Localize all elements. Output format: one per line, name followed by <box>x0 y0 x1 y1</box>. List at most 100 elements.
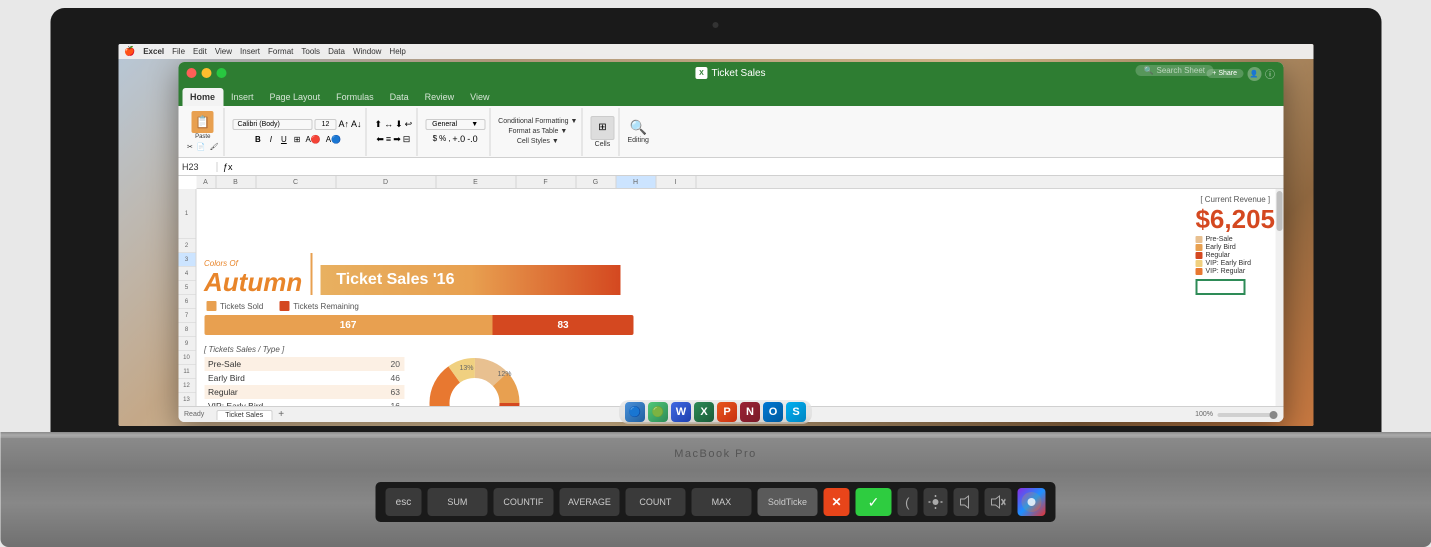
align-left[interactable]: ⬅ <box>376 134 384 145</box>
menu-view[interactable]: View <box>215 47 232 56</box>
tb-sum-button[interactable]: SUM <box>427 488 487 516</box>
copy-button[interactable]: 📄 <box>196 142 207 152</box>
title-divider <box>310 253 312 295</box>
align-top[interactable]: ⬆ <box>375 119 383 130</box>
dock-icon-outlook[interactable]: O <box>763 402 783 422</box>
menu-data[interactable]: Data <box>328 47 345 56</box>
tb-esc-key[interactable]: esc <box>386 488 422 516</box>
zoom-slider[interactable] <box>1217 413 1277 417</box>
tb-siri-button[interactable] <box>1018 488 1046 516</box>
excel-icon: X <box>695 67 707 79</box>
tab-view[interactable]: View <box>462 88 497 106</box>
increase-font[interactable]: A↑ <box>338 119 349 129</box>
user-icon[interactable]: 👤 <box>1247 67 1261 81</box>
row-headers: 1 2 3 4 5 6 7 8 9 10 11 <box>178 189 196 406</box>
dock-icon-word[interactable]: W <box>671 402 691 422</box>
rev-legend-presale: Pre-Sale <box>1195 236 1275 243</box>
bold-button[interactable]: B <box>252 134 264 145</box>
conditional-formatting[interactable]: Conditional Formatting ▼ <box>498 118 577 125</box>
border-button[interactable]: ⊞ <box>293 134 302 145</box>
tb-close-button[interactable]: ✕ <box>823 488 849 516</box>
menu-excel[interactable]: Excel <box>143 47 164 56</box>
row-header-9: 9 <box>178 337 195 351</box>
tb-mute-button[interactable] <box>984 488 1012 516</box>
decrease-font[interactable]: A↓ <box>351 119 362 129</box>
tab-review[interactable]: Review <box>417 88 463 106</box>
rev-legend-vip-regular: VIP: Regular <box>1195 268 1275 275</box>
increase-decimal[interactable]: +.0 <box>452 134 465 144</box>
font-color-button[interactable]: A🔵 <box>325 134 342 145</box>
menu-insert[interactable]: Insert <box>240 47 260 56</box>
zoom-thumb[interactable] <box>1269 411 1277 419</box>
scrollbar-thumb[interactable] <box>1276 191 1282 231</box>
dock-icon-onenote[interactable]: N <box>740 402 760 422</box>
cell-styles[interactable]: Cell Styles ▼ <box>517 138 559 145</box>
comma-button[interactable]: , <box>448 134 450 144</box>
wrap-text[interactable]: ↩ <box>405 119 413 130</box>
zoom-controls: 100% <box>1195 411 1277 418</box>
tb-max-button[interactable]: MAX <box>691 488 751 516</box>
font-name-selector[interactable]: Calibri (Body) <box>232 119 312 130</box>
add-sheet-button[interactable]: + <box>274 408 288 422</box>
tab-insert[interactable]: Insert <box>223 88 262 106</box>
menu-help[interactable]: Help <box>389 47 405 56</box>
menu-format[interactable]: Format <box>268 47 293 56</box>
vertical-scrollbar[interactable] <box>1275 189 1283 406</box>
tb-check-button[interactable]: ✓ <box>856 488 892 516</box>
menu-window[interactable]: Window <box>353 47 381 56</box>
paste-button[interactable]: 📋 Paste <box>192 111 214 140</box>
tb-soldticke-button[interactable]: SoldTicke <box>757 488 817 516</box>
fill-color-button[interactable]: A🔴 <box>304 134 321 145</box>
decrease-decimal[interactable]: -.0 <box>467 134 478 144</box>
dock-icon-launchpad[interactable]: 🟢 <box>648 402 668 422</box>
tb-count-button[interactable]: COUNT <box>625 488 685 516</box>
cells-button[interactable]: ⊞ Cells <box>590 116 614 148</box>
menu-edit[interactable]: Edit <box>193 47 207 56</box>
brush-button[interactable]: 🖌 <box>209 142 220 152</box>
share-button[interactable]: + Share <box>1206 69 1243 78</box>
merge-cells[interactable]: ⊟ <box>403 134 411 145</box>
tb-average-button[interactable]: AVERAGE <box>559 488 619 516</box>
fullscreen-button[interactable] <box>216 68 226 78</box>
font-group: Calibri (Body) 12 A↑ A↓ B I U ⊞ A🔴 A🔵 <box>228 108 366 156</box>
tb-open-paren[interactable]: ( <box>897 488 917 516</box>
font-row: Calibri (Body) 12 A↑ A↓ <box>232 119 361 130</box>
tab-formulas[interactable]: Formulas <box>328 88 382 106</box>
sheet-tab-active[interactable]: Ticket Sales <box>216 410 272 420</box>
excel-titlebar: X Ticket Sales 🔍 Search Sheet + Share 👤 … <box>178 62 1283 84</box>
cell-reference[interactable]: H23 <box>182 162 217 172</box>
col-header-h: H <box>616 176 656 188</box>
font-size-selector[interactable]: 12 <box>314 119 336 130</box>
info-icon[interactable]: ⓘ <box>1265 66 1275 81</box>
menu-file[interactable]: File <box>172 47 185 56</box>
align-bottom[interactable]: ⬇ <box>395 119 403 130</box>
dock-icon-excel[interactable]: X <box>694 402 714 422</box>
format-as-table[interactable]: Format as Table ▼ <box>508 128 567 135</box>
percent-button[interactable]: % <box>439 134 446 144</box>
tab-data[interactable]: Data <box>382 88 417 106</box>
tb-volume-down-button[interactable] <box>954 488 978 516</box>
align-middle[interactable]: ↔ <box>384 119 393 130</box>
underline-button[interactable]: U <box>278 134 290 145</box>
close-button[interactable] <box>186 68 196 78</box>
dock-icon-skype[interactable]: S <box>786 402 806 422</box>
tab-home[interactable]: Home <box>182 88 223 106</box>
format-buttons: ✂ 📄 🖌 <box>186 142 219 152</box>
menu-tools[interactable]: Tools <box>301 47 320 56</box>
minimize-button[interactable] <box>201 68 211 78</box>
excel-search-bar[interactable]: 🔍 Search Sheet <box>1136 65 1213 76</box>
align-center[interactable]: ≡ <box>386 134 391 145</box>
function-icon[interactable]: ƒx <box>221 162 235 172</box>
number-format-selector[interactable]: General ▼ <box>425 119 485 130</box>
cut-button[interactable]: ✂ <box>186 142 194 152</box>
currency-button[interactable]: $ <box>433 134 437 144</box>
align-right[interactable]: ➡ <box>393 134 401 145</box>
dock-icon-powerpoint[interactable]: P <box>717 402 737 422</box>
dock-icon-finder[interactable]: 🔵 <box>625 402 645 422</box>
tb-brightness-button[interactable] <box>923 488 947 516</box>
apple-menu[interactable]: 🍎 <box>124 46 135 57</box>
tb-countif-button[interactable]: COUNTIF <box>493 488 553 516</box>
editing-button[interactable]: 🔍 Editing <box>627 119 648 144</box>
italic-button[interactable]: I <box>267 134 275 145</box>
tab-page-layout[interactable]: Page Layout <box>262 88 329 106</box>
